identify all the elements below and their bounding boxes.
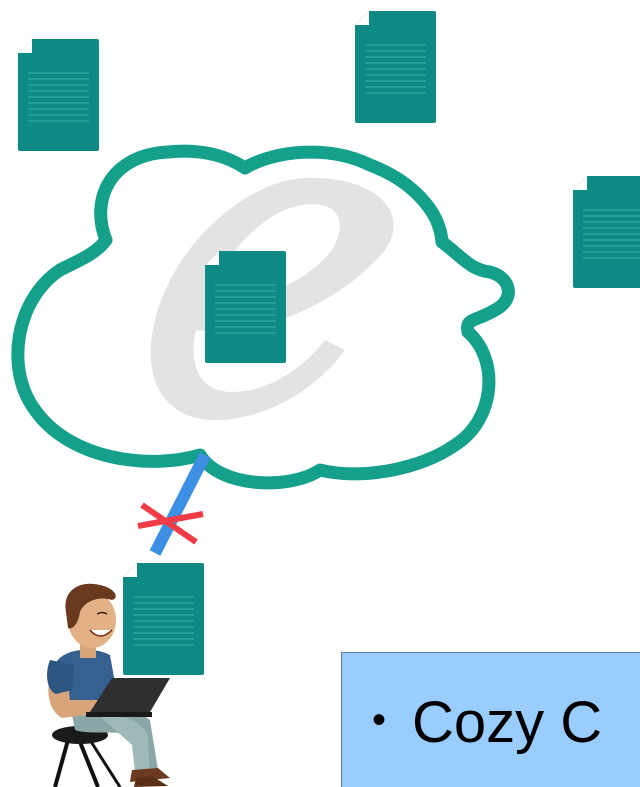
document-icon-shape: [18, 39, 99, 151]
document-icon: [573, 176, 640, 288]
document-icon: [355, 11, 436, 123]
bullet-marker: •: [372, 698, 387, 743]
document-icon-shape: [123, 563, 204, 675]
document-icon-shape: [355, 11, 436, 123]
bullet-panel: • Cozy C: [341, 652, 640, 787]
document-icon-shape: [573, 176, 640, 288]
document-icon: [18, 39, 99, 151]
bullet-text: Cozy C: [412, 690, 603, 755]
diagram-canvas: • Cozy C: [0, 0, 640, 787]
document-icon-shape: [205, 251, 286, 363]
document-icon: [123, 563, 204, 675]
connection-link: [149, 452, 211, 556]
document-icon: [205, 251, 286, 363]
bullet-item: • Cozy C: [372, 689, 602, 756]
